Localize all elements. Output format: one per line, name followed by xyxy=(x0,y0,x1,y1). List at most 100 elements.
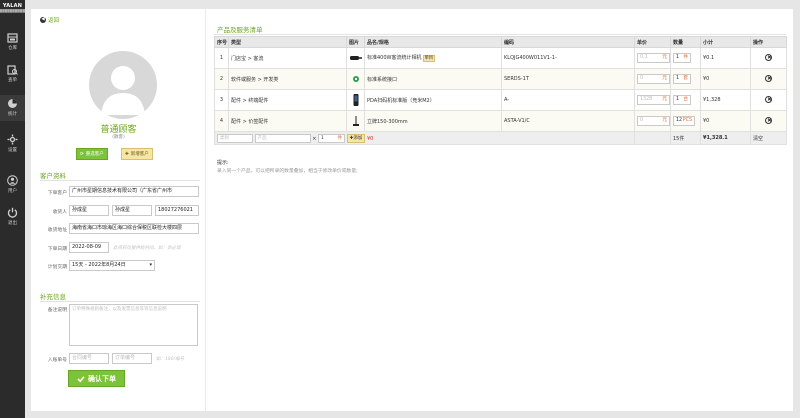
clear-button[interactable]: 清空 xyxy=(750,131,787,145)
row-name: PDA扫码机标准版（竞米M2） xyxy=(364,89,502,111)
address-input[interactable]: 海南省海口市琼海区海口综合保税区联检大楼四层 xyxy=(69,223,199,234)
reselect-customer-button[interactable]: ⟳ 重选客户 xyxy=(76,148,108,160)
buyer-select[interactable]: 广州市星期信息技术有限公司（广东省广州市 xyxy=(69,186,199,197)
row-type: 配件 > 终端配件 xyxy=(228,89,347,111)
contract-no-input[interactable]: 合同编号 xyxy=(69,353,109,364)
product-select[interactable]: 产品 xyxy=(254,133,311,143)
delete-row-icon[interactable] xyxy=(765,95,772,103)
delivery-select[interactable]: 15天 - 2022年8月24日 ▾ xyxy=(69,260,155,271)
nav-item-logout[interactable]: 退出 xyxy=(0,207,25,226)
price-input[interactable]: 0.1 元 xyxy=(637,53,670,63)
confirm-order-button[interactable]: 确认下单 xyxy=(68,370,125,387)
table-header-row: 序号 类型 图片 品名/规格 编码 单价 数量 小计 操作 xyxy=(214,36,787,48)
reselect-customer-label: 重选客户 xyxy=(85,151,104,157)
add-product-button[interactable]: ✚添加 xyxy=(346,133,366,143)
nav-label: 统计 xyxy=(8,112,17,117)
pda-thumb-icon xyxy=(353,94,358,106)
price-unit: 元 xyxy=(662,118,667,123)
col-header-action: 操作 xyxy=(750,36,787,48)
user-icon xyxy=(7,175,18,186)
price-value: 0 xyxy=(640,118,644,123)
warehouse-icon xyxy=(7,33,18,43)
nav-label: 用户 xyxy=(8,189,17,194)
delete-row-icon[interactable] xyxy=(765,74,772,82)
order-date-label: 下单日期 xyxy=(47,247,67,252)
price-value: 0 xyxy=(640,76,644,81)
grand-total: ¥1,328.1 xyxy=(700,131,751,145)
empty-cell xyxy=(634,131,671,145)
back-link[interactable]: ◀ 返回 xyxy=(40,16,59,24)
qty-value: 1 xyxy=(676,76,680,81)
row-price: 0.1 元 xyxy=(634,47,671,69)
row-name: 标准系统接口 xyxy=(364,68,502,90)
customer-form: ◀ 返回 普通顾客 (散客) ⟳ 重选客户 ✚ 新增客户 客户资料 下单客户 广… xyxy=(31,9,206,411)
table-row: 2 软件或服务 > 开发类 标准系统接口 SERDS-1T 0元 1套 ¥0 xyxy=(214,68,787,90)
nav-item-stats[interactable]: 统计 xyxy=(0,95,25,121)
price-input[interactable]: 1328 元 xyxy=(637,95,670,105)
nav-item-settings[interactable]: 设置 xyxy=(0,134,25,153)
qty-input[interactable]: 1台 xyxy=(673,95,691,105)
contact-phone-input[interactable]: 18027276021 xyxy=(155,205,199,216)
row-name-text: 立牌150-300mm xyxy=(367,118,408,125)
product-thumb xyxy=(346,68,365,90)
add-qty-input[interactable]: 1件 xyxy=(317,133,345,143)
nav-item-user[interactable]: 用户 xyxy=(0,175,25,194)
new-customer-button[interactable]: ✚ 新增客户 xyxy=(121,148,153,160)
contact-label: 收货人 xyxy=(52,210,67,215)
category-select[interactable]: 类别 xyxy=(217,133,253,143)
price-input[interactable]: 0元 xyxy=(637,116,670,126)
col-header-no: 序号 xyxy=(214,36,229,48)
row-subtotal: ¥1,328 xyxy=(700,89,751,111)
power-icon xyxy=(7,207,18,218)
add-qty-value: 1 xyxy=(320,135,324,141)
divider xyxy=(214,34,786,35)
col-header-type: 类型 xyxy=(228,36,347,48)
remark-placeholder: 订单特殊规则备注，以及发票信息等等信息说明 xyxy=(72,307,167,312)
customer-type: (散客) xyxy=(112,135,125,140)
add-qty-unit: 件 xyxy=(337,135,342,141)
price-unit: 元 xyxy=(662,55,667,60)
order-date-value: 2022-08-09 xyxy=(72,244,102,250)
col-header-image: 图片 xyxy=(346,36,365,48)
price-input[interactable]: 0元 xyxy=(637,74,670,84)
nav-item-orders[interactable]: 查单 xyxy=(0,65,25,83)
qty-input[interactable]: 12 PCS xyxy=(673,116,695,126)
row-price: 1328 元 xyxy=(634,89,671,111)
settings-icon xyxy=(7,134,18,145)
add-product-label: 添加 xyxy=(353,135,363,141)
qty-input[interactable]: 1套 xyxy=(673,74,691,84)
ref-no-label: 入账单号 xyxy=(47,358,67,363)
section-title-extra: 补充信息 xyxy=(40,293,66,301)
contact-name-input[interactable]: 孙成星 xyxy=(69,205,109,216)
price-value: 1328 xyxy=(640,97,653,102)
col-header-price: 单价 xyxy=(634,36,671,48)
address-label: 收货地址 xyxy=(47,228,67,233)
delete-row-icon[interactable] xyxy=(765,116,772,124)
spec-tag: 单目 xyxy=(422,55,436,62)
confirm-order-label: 确认下单 xyxy=(88,374,116,383)
refresh-icon: ⟳ xyxy=(80,151,84,157)
nav-label: 设置 xyxy=(8,148,17,153)
qty-value: 1 xyxy=(676,55,680,60)
buyer-label: 下单客户 xyxy=(47,191,67,196)
row-name-text: 标准系统接口 xyxy=(367,76,398,83)
nav-item-warehouse[interactable]: 仓库 xyxy=(0,33,25,51)
row-price: 0元 xyxy=(634,68,671,90)
row-no: 3 xyxy=(214,89,229,111)
row-qty: 12 PCS xyxy=(670,110,701,132)
row-no: 1 xyxy=(214,47,229,69)
qty-input[interactable]: 1件 xyxy=(673,53,691,63)
row-action xyxy=(750,89,787,111)
row-subtotal: ¥0 xyxy=(700,68,751,90)
contact-name2-input[interactable]: 孙成星 xyxy=(112,205,152,216)
order-no-placeholder: 订单编号 xyxy=(115,355,136,361)
nav-label: 查单 xyxy=(8,78,17,83)
order-no-input[interactable]: 订单编号 xyxy=(112,353,152,364)
row-code: SERDS-1T xyxy=(501,68,635,90)
row-action xyxy=(750,68,787,90)
order-date-input[interactable]: 2022-08-09 xyxy=(69,242,109,253)
nav-label: 退出 xyxy=(8,221,17,226)
delete-row-icon[interactable] xyxy=(765,53,772,61)
remark-textarea[interactable]: 订单特殊规则备注，以及发票信息等等信息说明 xyxy=(69,304,198,346)
row-name: 标准400W客流统计相机 单目 xyxy=(364,47,502,69)
